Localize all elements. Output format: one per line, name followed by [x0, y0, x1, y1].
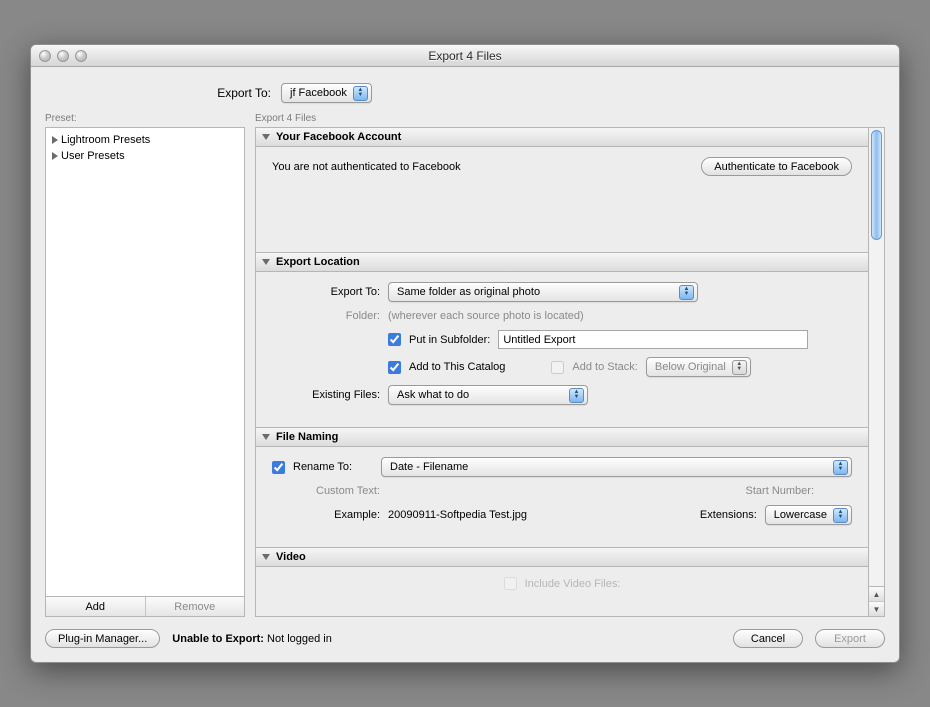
rename-template-select[interactable]: Date - Filename	[381, 457, 852, 477]
authenticate-button[interactable]: Authenticate to Facebook	[701, 157, 852, 176]
plugin-manager-button[interactable]: Plug-in Manager...	[45, 629, 160, 648]
export-dialog: Export 4 Files Export To: jf Facebook Pr…	[30, 44, 900, 663]
export-to-label: Export To:	[45, 86, 271, 100]
main-heading: Export 4 Files	[255, 113, 885, 124]
add-stack-label: Add to Stack:	[572, 361, 637, 373]
section-title: Your Facebook Account	[276, 131, 401, 143]
chevron-updown-icon	[569, 388, 584, 403]
existing-label: Existing Files:	[272, 389, 380, 401]
rename-label: Rename To:	[293, 461, 373, 473]
chevron-down-icon	[262, 259, 270, 265]
settings-panels: Your Facebook Account You are not authen…	[255, 127, 869, 617]
example-label: Example:	[272, 509, 380, 521]
extensions-label: Extensions:	[700, 509, 757, 521]
section-naming-header[interactable]: File Naming	[256, 427, 868, 447]
include-video-checkbox	[504, 577, 517, 590]
folder-label: Folder:	[272, 310, 380, 322]
chevron-updown-icon	[833, 508, 848, 523]
section-account-header[interactable]: Your Facebook Account	[256, 128, 868, 147]
titlebar: Export 4 Files	[31, 45, 899, 67]
scroll-up-icon[interactable]: ▲	[869, 586, 884, 601]
existing-files-select[interactable]: Ask what to do	[388, 385, 588, 405]
stack-select: Below Original	[646, 357, 751, 377]
add-catalog-label: Add to This Catalog	[409, 361, 505, 373]
section-title: Video	[276, 551, 306, 563]
custom-text-label: Custom Text:	[272, 485, 380, 497]
window-title: Export 4 Files	[31, 49, 899, 63]
scroll-down-icon[interactable]: ▼	[869, 601, 884, 616]
disclosure-triangle-icon	[52, 136, 58, 144]
chevron-updown-icon	[353, 86, 368, 101]
preset-item-label: User Presets	[61, 150, 125, 162]
remove-preset-button: Remove	[146, 597, 245, 616]
export-to-value: jf Facebook	[290, 87, 347, 99]
chevron-updown-icon	[679, 285, 694, 300]
export-location-select[interactable]: Same folder as original photo	[388, 282, 698, 302]
section-title: File Naming	[276, 431, 338, 443]
disclosure-triangle-icon	[52, 152, 58, 160]
chevron-updown-icon	[833, 460, 848, 475]
preset-tree-item[interactable]: Lightroom Presets	[48, 132, 242, 148]
scrollbar-thumb[interactable]	[871, 130, 882, 240]
include-video-label: Include Video Files:	[525, 578, 621, 590]
export-button: Export	[815, 629, 885, 648]
subfolder-label: Put in Subfolder:	[409, 334, 490, 346]
export-to-select[interactable]: jf Facebook	[281, 83, 372, 103]
add-catalog-checkbox[interactable]	[388, 361, 401, 374]
chevron-down-icon	[262, 554, 270, 560]
section-title: Export Location	[276, 256, 360, 268]
preset-list[interactable]: Lightroom Presets User Presets	[45, 127, 245, 597]
section-video-header[interactable]: Video	[256, 547, 868, 567]
preset-tree-item[interactable]: User Presets	[48, 148, 242, 164]
preset-heading: Preset:	[45, 113, 245, 124]
subfolder-input[interactable]	[498, 330, 808, 349]
section-location-header[interactable]: Export Location	[256, 252, 868, 272]
subfolder-checkbox[interactable]	[388, 333, 401, 346]
add-stack-checkbox	[551, 361, 564, 374]
extensions-select[interactable]: Lowercase	[765, 505, 852, 525]
export-to-label: Export To:	[272, 286, 380, 298]
vertical-scrollbar[interactable]: ▲ ▼	[869, 127, 885, 617]
auth-status: You are not authenticated to Facebook	[272, 161, 461, 173]
rename-checkbox[interactable]	[272, 461, 285, 474]
chevron-down-icon	[262, 434, 270, 440]
add-preset-button[interactable]: Add	[46, 597, 146, 616]
preset-item-label: Lightroom Presets	[61, 134, 150, 146]
folder-hint: (wherever each source photo is located)	[388, 310, 584, 322]
chevron-updown-icon	[732, 360, 747, 375]
chevron-down-icon	[262, 134, 270, 140]
start-number-label: Start Number:	[746, 485, 814, 497]
cancel-button[interactable]: Cancel	[733, 629, 803, 648]
example-value: 20090911-Softpedia Test.jpg	[388, 509, 527, 521]
export-status: Unable to Export: Not logged in	[172, 633, 332, 645]
